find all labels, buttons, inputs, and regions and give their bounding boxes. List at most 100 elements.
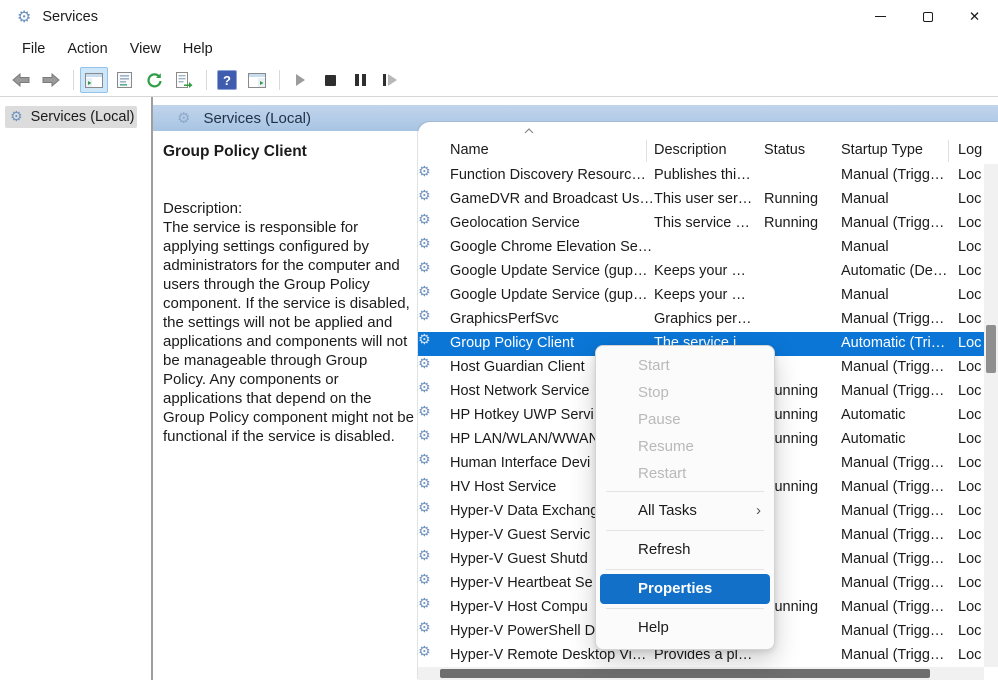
main-area: ⚙ Services (Local) Group Policy Client D… xyxy=(153,97,998,680)
cell-startup_type: Manual (Trigg… xyxy=(841,383,944,399)
menu-item-refresh[interactable]: Refresh xyxy=(596,535,774,565)
console-tree-icon xyxy=(85,73,103,88)
cell-startup_type: Manual (Trigg… xyxy=(841,503,944,519)
cell-log_on_as: Loc xyxy=(958,311,981,327)
cell-name: Host Network Service xyxy=(450,383,589,399)
column-header-status[interactable]: Status xyxy=(764,142,805,158)
properties-icon xyxy=(116,72,133,88)
restart-service-button[interactable] xyxy=(376,67,404,93)
cell-startup_type: Automatic (De… xyxy=(841,263,947,279)
menu-file[interactable]: File xyxy=(11,37,56,61)
service-gear-icon: ⚙ xyxy=(418,572,431,588)
column-header-description[interactable]: Description xyxy=(654,142,727,158)
properties-button[interactable] xyxy=(110,67,138,93)
cell-startup_type: Manual (Trigg… xyxy=(841,599,944,615)
column-divider[interactable] xyxy=(948,140,949,162)
pause-service-button[interactable] xyxy=(346,67,374,93)
maximize-button[interactable] xyxy=(904,0,951,33)
table-row[interactable]: ⚙Google Chrome Elevation Se…ManualLoc xyxy=(418,236,998,260)
menu-item-restart: Restart xyxy=(596,460,774,487)
selected-service-name: Group Policy Client xyxy=(163,143,412,161)
context-menu: StartStopPauseResumeRestart All Tasks› Ref… xyxy=(595,345,775,650)
cell-description: Graphics per… xyxy=(654,311,752,327)
cell-description: This service … xyxy=(654,215,750,231)
cell-name: Geolocation Service xyxy=(450,215,580,231)
service-gear-icon: ⚙ xyxy=(418,260,431,276)
show-action-pane-button[interactable] xyxy=(243,67,271,93)
minimize-icon xyxy=(875,16,886,17)
cell-name: Hyper-V Guest Shutd xyxy=(450,551,588,567)
cell-name: Hyper-V Data Exchang xyxy=(450,503,598,519)
forward-button[interactable] xyxy=(37,67,65,93)
menu-bar: File Action View Help xyxy=(0,33,998,64)
cell-description: Keeps your … xyxy=(654,263,746,279)
refresh-button[interactable] xyxy=(140,67,168,93)
table-row[interactable]: ⚙Function Discovery Resourc…Publishes th… xyxy=(418,164,998,188)
tree-item-label: Services (Local) xyxy=(31,109,135,125)
show-console-tree-button[interactable] xyxy=(80,67,108,93)
vertical-scrollbar-thumb[interactable] xyxy=(986,325,996,373)
column-header-name[interactable]: Name xyxy=(450,142,489,158)
menu-item-help[interactable]: Help xyxy=(596,613,774,643)
refresh-icon xyxy=(146,72,163,88)
column-divider[interactable] xyxy=(646,140,647,162)
description-text: The service is responsible for applying … xyxy=(163,218,414,446)
cell-log_on_as: Loc xyxy=(958,479,981,495)
cell-name: Google Update Service (gup… xyxy=(450,263,647,279)
console-tree-pane: ⚙ Services (Local) xyxy=(0,97,151,680)
service-gear-icon: ⚙ xyxy=(418,500,431,516)
service-gear-icon: ⚙ xyxy=(418,548,431,564)
export-list-button[interactable] xyxy=(170,67,198,93)
start-service-icon xyxy=(296,74,305,86)
service-gear-icon: ⚙ xyxy=(418,596,431,612)
cell-log_on_as: Loc xyxy=(958,551,981,567)
stop-service-button[interactable] xyxy=(316,67,344,93)
cell-name: Google Chrome Elevation Se… xyxy=(450,239,652,255)
menu-help[interactable]: Help xyxy=(172,37,224,61)
service-gear-icon: ⚙ xyxy=(418,308,431,324)
horizontal-scrollbar-thumb[interactable] xyxy=(440,669,930,678)
service-gear-icon: ⚙ xyxy=(418,356,431,372)
back-button[interactable] xyxy=(7,67,35,93)
close-button[interactable]: ✕ xyxy=(951,0,998,33)
tree-item-services-local[interactable]: ⚙ Services (Local) xyxy=(5,106,137,128)
table-row[interactable]: ⚙GameDVR and Broadcast Us…This user ser…… xyxy=(418,188,998,212)
toolbar: ? xyxy=(0,64,998,97)
vertical-scrollbar[interactable] xyxy=(984,164,998,667)
service-gear-icon: ⚙ xyxy=(418,284,431,300)
menu-item-pause: Pause xyxy=(596,406,774,433)
table-row[interactable]: ⚙Google Update Service (gup…Keeps your …… xyxy=(418,284,998,308)
services-header-label: Services (Local) xyxy=(203,110,311,127)
cell-name: Hyper-V PowerShell D xyxy=(450,623,595,639)
start-service-button[interactable] xyxy=(286,67,314,93)
menu-action[interactable]: Action xyxy=(56,37,118,61)
menu-item-stop: Stop xyxy=(596,379,774,406)
menu-item-resume: Resume xyxy=(596,433,774,460)
menu-item-properties[interactable]: Properties xyxy=(600,574,770,604)
service-gear-icon: ⚙ xyxy=(418,332,431,348)
cell-startup_type: Manual (Trigg… xyxy=(841,647,944,663)
cell-log_on_as: Loc xyxy=(958,575,981,591)
menu-item-start: Start xyxy=(596,352,774,379)
menu-item-all-tasks[interactable]: All Tasks› xyxy=(596,496,774,526)
table-row[interactable]: ⚙Geolocation ServiceThis service …Runnin… xyxy=(418,212,998,236)
cell-log_on_as: Loc xyxy=(958,335,981,351)
cell-log_on_as: Loc xyxy=(958,623,981,639)
table-row[interactable]: ⚙GraphicsPerfSvcGraphics per…Manual (Tri… xyxy=(418,308,998,332)
horizontal-scrollbar[interactable] xyxy=(418,667,984,680)
menu-separator xyxy=(606,608,764,609)
column-header-log-on-as[interactable]: Log xyxy=(958,142,982,158)
help-button[interactable]: ? xyxy=(213,67,241,93)
service-gear-icon: ⚙ xyxy=(418,188,431,204)
service-gear-icon: ⚙ xyxy=(418,164,431,180)
app-gear-icon: ⚙ xyxy=(17,7,31,26)
minimize-button[interactable] xyxy=(857,0,904,33)
forward-icon xyxy=(41,73,61,87)
cell-log_on_as: Loc xyxy=(958,527,981,543)
cell-status: Running xyxy=(764,191,818,207)
service-gear-icon: ⚙ xyxy=(418,212,431,228)
menu-separator xyxy=(606,569,764,570)
column-header-startup-type[interactable]: Startup Type xyxy=(841,142,923,158)
menu-view[interactable]: View xyxy=(119,37,172,61)
table-row[interactable]: ⚙ Google Update Service (gup… Keeps your …… xyxy=(418,260,998,284)
